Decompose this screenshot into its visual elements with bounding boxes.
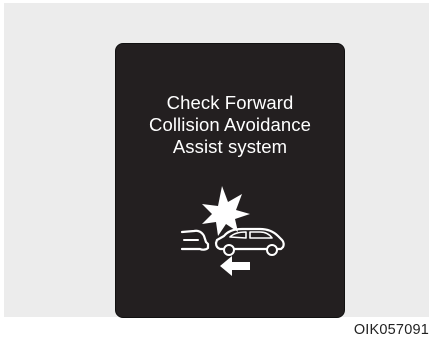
warning-line-1: Check Forward bbox=[166, 92, 294, 113]
warning-message: Check Forward Collision Avoidance Assist… bbox=[116, 92, 344, 158]
warning-line-3: Assist system bbox=[172, 136, 288, 157]
arrow-left-icon bbox=[220, 256, 250, 276]
forward-collision-warning-icon bbox=[180, 184, 290, 276]
figure-code: OIK057091 bbox=[353, 322, 429, 338]
cluster-display: Check Forward Collision Avoidance Assist… bbox=[115, 43, 345, 318]
warning-line-2: Collision Avoidance bbox=[149, 114, 311, 135]
forward-collision-svg bbox=[180, 186, 285, 276]
illustration-frame: Check Forward Collision Avoidance Assist… bbox=[4, 3, 429, 318]
